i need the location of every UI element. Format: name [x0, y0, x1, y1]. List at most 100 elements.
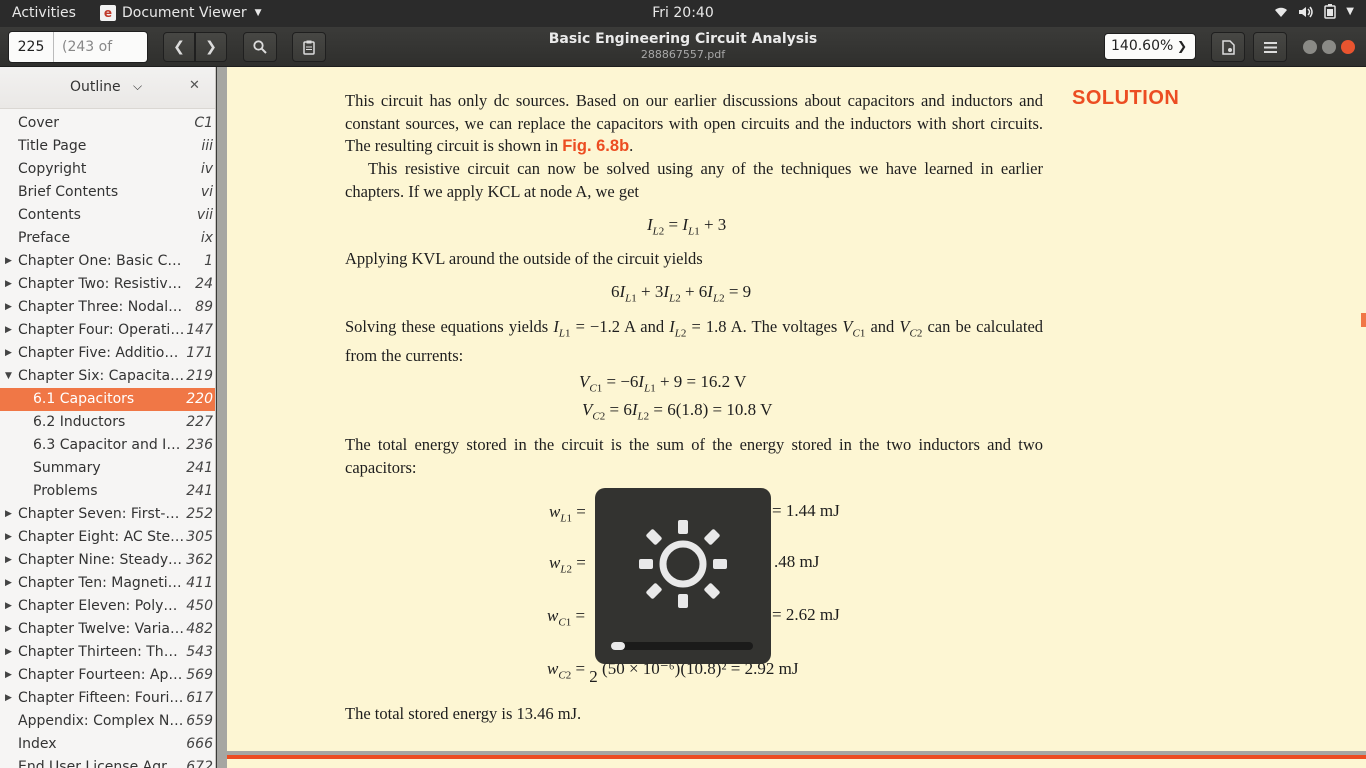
outline-item[interactable]: ▶ Chapter Fourteen: Ap… 569 — [0, 664, 215, 687]
outline-item-page: 362 — [186, 552, 213, 568]
outline-item-page: ix — [200, 230, 213, 246]
outline-item[interactable]: ▶ Chapter Nine: Steady-… 362 — [0, 549, 215, 572]
paragraph-text: This circuit has only dc sources. Based … — [345, 91, 1043, 155]
outline-item-label: Chapter Eleven: Polyp… — [18, 598, 186, 614]
outline-item[interactable]: Copyright iv — [0, 158, 215, 181]
outline-item[interactable]: Cover C1 — [0, 112, 215, 135]
outline-item[interactable]: Summary 241 — [0, 457, 215, 480]
outline-item-label: Summary — [33, 460, 101, 476]
outline-item[interactable]: ▶ Chapter Five: Addition… 171 — [0, 342, 215, 365]
close-window-button[interactable] — [1341, 40, 1355, 54]
outline-item[interactable]: Index 666 — [0, 733, 215, 756]
outline-item[interactable]: Preface ix — [0, 227, 215, 250]
triangle-right-icon[interactable]: ▶ — [5, 273, 12, 296]
outline-item[interactable]: Title Page iii — [0, 135, 215, 158]
triangle-right-icon[interactable]: ▶ — [5, 549, 12, 572]
triangle-right-icon[interactable]: ▶ — [5, 342, 12, 365]
outline-item-label: End User License Agre… — [18, 759, 186, 768]
sidebar-view-selector[interactable]: Outline — [70, 79, 121, 95]
equation-wl2: wL2 = — [549, 553, 586, 576]
outline-item-label: Chapter Six: Capacita… — [18, 368, 185, 384]
triangle-right-icon[interactable]: ▶ — [5, 664, 12, 687]
outline-item[interactable]: ▶ Chapter Ten: Magnetic… 411 — [0, 572, 215, 595]
top-bar: Activities e Document Viewer ▼ Fri 20:40… — [0, 0, 1366, 27]
equation-kvl: 6IL1 + 3IL2 + 6IL2 = 9 — [611, 282, 752, 305]
triangle-right-icon[interactable]: ▶ — [5, 503, 12, 526]
figure-link[interactable]: Fig. 6.8b — [562, 137, 629, 155]
paragraph: Applying KVL around the outside of the c… — [345, 249, 703, 268]
outline-item[interactable]: ▶ Chapter Thirteen: The … 543 — [0, 641, 215, 664]
page-number-input[interactable]: 225 — [9, 32, 53, 62]
triangle-right-icon[interactable]: ▶ — [5, 595, 12, 618]
menu-button[interactable] — [1253, 32, 1287, 62]
triangle-right-icon[interactable]: ▶ — [5, 641, 12, 664]
outline-item[interactable]: 6.3 Capacitor and In… 236 — [0, 434, 215, 457]
equation-value: 1.44 mJ — [785, 501, 840, 520]
outline-item[interactable]: ▼ Chapter Six: Capacita… 219 — [0, 365, 215, 388]
header-bar: 225 (243 of 690) ❮ ❯ Basic Engineering C… — [0, 27, 1366, 67]
triangle-right-icon[interactable]: ▶ — [5, 618, 12, 641]
page-number-entry[interactable]: 225 (243 of 690) — [8, 31, 148, 63]
outline-item[interactable]: 6.1 Capacitors 220 — [0, 388, 215, 411]
document-properties-button[interactable] — [1211, 32, 1245, 62]
outline-item-label: Preface — [18, 230, 71, 246]
document-viewer-icon: e — [100, 5, 116, 21]
outline-item-label: Chapter Five: Addition… — [18, 345, 186, 361]
triangle-right-icon[interactable]: ▶ — [5, 250, 12, 273]
triangle-down-icon[interactable]: ▼ — [5, 365, 12, 388]
activities-button[interactable]: Activities — [12, 5, 76, 21]
outline-item[interactable]: ▶ Chapter One: Basic Co… 1 — [0, 250, 215, 273]
outline-sidebar: Outline ⌵ ✕ Cover C1 Title Page iii Copyrigh… — [0, 67, 216, 768]
outline-item-label: 6.1 Capacitors — [33, 391, 135, 407]
document-view[interactable]: SOLUTION This circuit has only dc source… — [217, 67, 1366, 768]
outline-item[interactable]: Brief Contents vi — [0, 181, 215, 204]
outline-item-page: iii — [201, 138, 213, 154]
triangle-right-icon[interactable]: ▶ — [5, 572, 12, 595]
outline-item[interactable]: End User License Agre… 672 — [0, 756, 215, 768]
outline-item-page: 569 — [186, 667, 213, 683]
search-button[interactable] — [243, 32, 277, 62]
outline-item-label: Chapter Four: Operati… — [18, 322, 185, 338]
triangle-right-icon[interactable]: ▶ — [5, 296, 12, 319]
triangle-right-icon[interactable]: ▶ — [5, 319, 12, 342]
close-sidebar-icon[interactable]: ✕ — [189, 78, 200, 93]
scrollbar-indicator[interactable] — [1361, 313, 1366, 327]
zoom-value: 140.60% — [1111, 38, 1174, 54]
app-menu[interactable]: e Document Viewer ▼ — [100, 5, 262, 21]
previous-page-button[interactable]: ❮ — [163, 32, 195, 62]
outline-item[interactable]: Contents vii — [0, 204, 215, 227]
outline-item[interactable]: ▶ Chapter Eleven: Polyp… 450 — [0, 595, 215, 618]
search-icon — [253, 40, 267, 54]
system-tray[interactable]: ▼ — [1274, 4, 1354, 19]
outline-item-label: Chapter Ten: Magnetic… — [18, 575, 186, 591]
outline-item[interactable]: ▶ Chapter Two: Resistiv… 24 — [0, 273, 215, 296]
triangle-right-icon[interactable]: ▶ — [5, 526, 12, 549]
next-page-button[interactable]: ❯ — [195, 32, 227, 62]
outline-item-page: 219 — [186, 368, 213, 384]
outline-item-label: 6.3 Capacitor and In… — [33, 437, 186, 453]
outline-item[interactable]: ▶ Chapter Eight: AC Stea… 305 — [0, 526, 215, 549]
outline-item[interactable]: ▶ Chapter Seven: First-a… 252 — [0, 503, 215, 526]
outline-item[interactable]: Appendix: Complex N… 659 — [0, 710, 215, 733]
outline-item-page: 411 — [186, 575, 213, 591]
outline-item[interactable]: 6.2 Inductors 227 — [0, 411, 215, 434]
equation-wl1: wL1 = — [549, 502, 586, 525]
annotations-button[interactable] — [292, 32, 326, 62]
zoom-select[interactable]: 140.60% ❯ — [1104, 33, 1196, 60]
outline-item-page: 482 — [186, 621, 213, 637]
outline-item[interactable]: ▶ Chapter Three: Nodal … 89 — [0, 296, 215, 319]
outline-item[interactable]: ▶ Chapter Twelve: Varia… 482 — [0, 618, 215, 641]
outline-item-page: 171 — [186, 345, 213, 361]
minimize-button[interactable] — [1303, 40, 1317, 54]
outline-item[interactable]: ▶ Chapter Fifteen: Fouri… 617 — [0, 687, 215, 710]
outline-item-label: Chapter Twelve: Varia… — [18, 621, 184, 637]
outline-item[interactable]: Problems 241 — [0, 480, 215, 503]
chevron-right-icon: ❯ — [205, 39, 217, 55]
equation-vc1: VC1 = −6IL1 + 9 = 16.2 V — [579, 372, 747, 395]
chevron-down-icon[interactable]: ⌵ — [133, 79, 142, 94]
triangle-right-icon[interactable]: ▶ — [5, 687, 12, 710]
chevron-down-icon: ❯ — [1176, 39, 1187, 53]
outline-tree: Cover C1 Title Page iii Copyright iv Brief Con… — [0, 112, 215, 768]
maximize-button[interactable] — [1322, 40, 1336, 54]
outline-item[interactable]: ▶ Chapter Four: Operati… 147 — [0, 319, 215, 342]
